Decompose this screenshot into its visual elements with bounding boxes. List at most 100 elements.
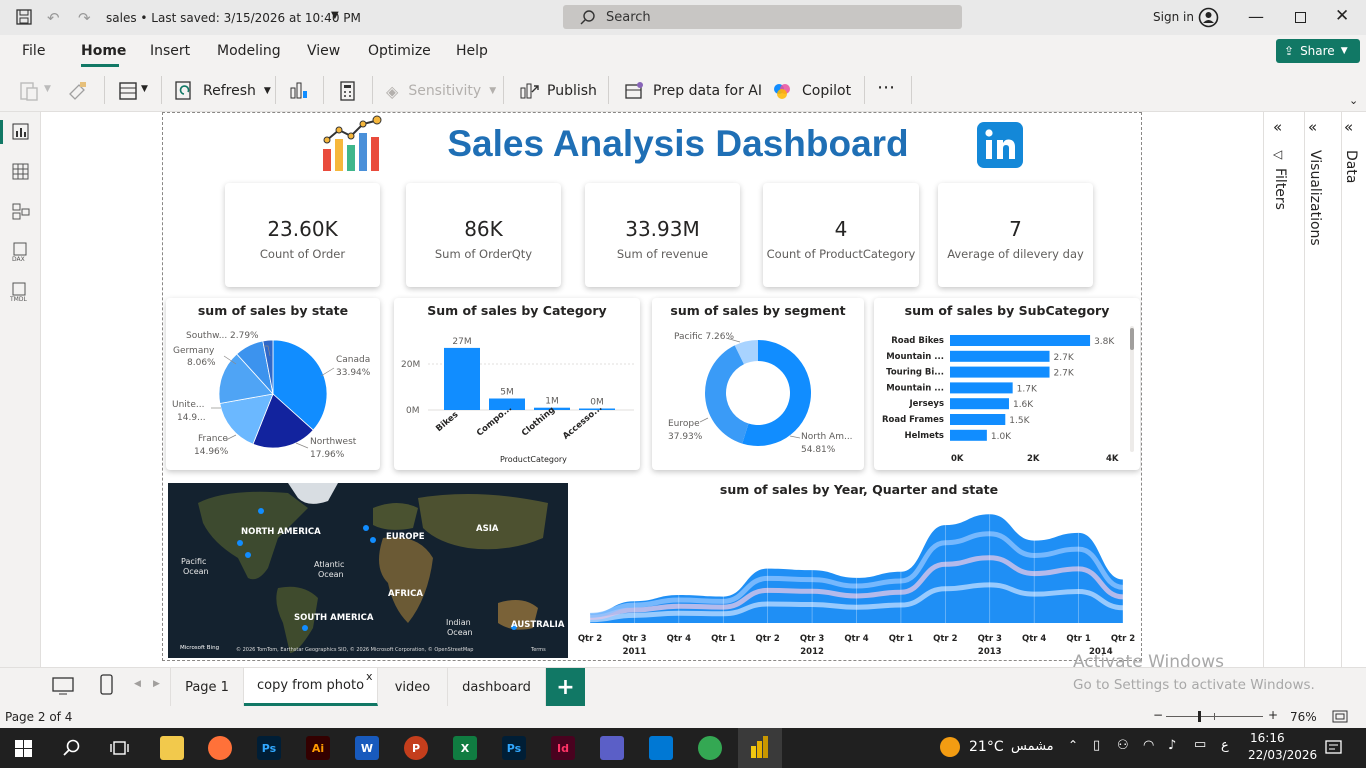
chrome-icon[interactable] [698,736,722,760]
clock-date[interactable]: 22/03/2026 [1248,748,1317,762]
bar[interactable] [950,429,987,441]
map-visual[interactable]: NORTH AMERICA EUROPE ASIA Pacific Ocean … [168,483,568,658]
data-source-icon[interactable] [117,80,139,102]
task-view-icon[interactable] [110,740,129,756]
photoshop-icon[interactable]: Ps [502,736,526,760]
language-indicator[interactable]: ع [1221,738,1229,753]
notifications-icon[interactable] [1325,740,1342,756]
pie-state-visual[interactable]: sum of sales by state Southw... 2.79% Ge… [166,298,380,470]
menu-help[interactable]: Help [456,43,488,59]
network-icon[interactable]: ⚇ [1117,738,1129,753]
prep-data-button[interactable]: Prep data for AI [623,80,762,102]
filters-pane-tab[interactable]: Filters [1272,168,1288,210]
menu-modeling[interactable]: Modeling [217,43,281,59]
powerpoint-icon[interactable]: P [404,736,428,760]
mobile-layout-icon[interactable] [100,674,114,696]
page-tab[interactable]: Page 1 [170,668,244,706]
page-tab[interactable]: dashboard [448,668,546,706]
kpi-card-category-count[interactable]: 4 Count of ProductCategory [763,183,919,287]
bar[interactable] [950,414,1006,425]
clock-time[interactable]: 16:16 [1250,731,1285,745]
sign-in-link[interactable]: Sign in [1153,10,1194,24]
bar-category-chart[interactable]: 20M 0M 27M5M1M 0M Bikes Compo... Clothing… [394,298,640,470]
page-tab[interactable]: video [378,668,448,706]
powerbi-task-active[interactable] [738,728,782,768]
device-icon[interactable]: ▯ [1093,738,1100,753]
search-icon[interactable] [63,739,81,757]
zoom-in-icon[interactable]: + [1268,708,1278,722]
chevron-up-icon[interactable]: ⌃ [1068,738,1078,752]
zoom-out-icon[interactable]: − [1153,708,1163,722]
paste-icon[interactable] [18,80,40,102]
dax-query-icon[interactable]: DAX [11,242,30,262]
battery-icon[interactable]: ▭ [1194,737,1206,752]
snipping-tool-icon[interactable] [649,736,673,760]
map-bubble[interactable] [258,508,264,514]
map-bubble[interactable] [237,540,243,546]
visualizations-pane-tab[interactable]: Visualizations [1307,150,1323,246]
weather-temp[interactable]: 21°C [969,739,1004,755]
bar[interactable] [950,350,1050,362]
teams-icon[interactable] [600,736,624,760]
avatar-icon[interactable] [1198,7,1219,28]
map-bubble[interactable] [363,525,369,531]
kpi-card-orders[interactable]: 23.60K Count of Order [225,183,380,287]
menu-home[interactable]: Home [81,43,126,59]
pie-state-chart[interactable]: Southw... 2.79% Germany 8.06% Canada 33.… [166,298,380,470]
more-options-icon[interactable]: ⋯ [877,77,896,98]
report-page[interactable]: Sales Analysis Dashboard 23.60K Count of… [162,112,1142,661]
zoom-level[interactable]: 76% [1290,710,1317,724]
sensitivity-button[interactable]: ◈ Sensitivity ▼ [386,80,496,102]
donut-segment-chart[interactable]: Pacific 7.26% Europe 37.93% North Am... … [652,298,864,470]
prev-page-icon[interactable]: ◀ [134,679,141,689]
menu-file[interactable]: File [22,43,45,59]
refresh-button[interactable]: Refresh ▼ [174,80,271,102]
weather-text[interactable]: مشمس [1011,739,1054,754]
map-bubble[interactable] [245,552,251,558]
wifi-icon[interactable]: ◠ [1143,738,1154,753]
donut-segment-visual[interactable]: sum of sales by segment Pacific 7.26% Eu… [652,298,864,470]
scrollbar-thumb[interactable] [1130,328,1134,350]
indesign-icon[interactable]: Id [551,736,575,760]
windows-start-icon[interactable] [15,740,32,757]
minimize-icon[interactable]: — [1248,7,1264,26]
file-explorer-icon[interactable] [160,736,184,760]
hbar-subcategory-visual[interactable]: sum of sales by SubCategory Road Bikes 3.… [874,298,1140,470]
bar[interactable] [950,398,1009,410]
bar[interactable] [444,347,480,410]
kpi-card-delivery[interactable]: 7 Average of dilevery day [938,183,1093,287]
map-bubble[interactable] [370,537,376,543]
map-bubble[interactable] [302,625,308,631]
report-view-icon[interactable] [12,123,29,140]
hbar-subcategory-chart[interactable]: Road Bikes 3.8K Mountain ... 2.7K Touring Bi… [874,298,1140,470]
tmdl-view-icon[interactable]: TMDL [10,282,31,302]
word-icon[interactable]: W [355,736,379,760]
save-icon[interactable] [16,9,32,25]
expand-filters-icon[interactable]: « [1273,118,1282,136]
new-visual-icon[interactable] [287,80,309,102]
chevron-down-icon[interactable]: ▼ [331,10,339,21]
weather-icon[interactable] [940,737,960,757]
volume-icon[interactable]: ♪ [1168,738,1176,753]
menu-insert[interactable]: Insert [150,43,190,59]
ribbon-chart[interactable]: Qtr 2 Qtr 3 Qtr 4 Qtr 1 Qtr 2 Qtr 3 Qtr 4 Qtr 1… [578,479,1140,659]
kpi-card-orderqty[interactable]: 86K Sum of OrderQty [406,183,561,287]
bar[interactable] [950,366,1050,378]
fit-to-page-icon[interactable] [1332,710,1348,723]
bar[interactable] [950,382,1013,394]
next-page-icon[interactable]: ▶ [153,679,160,689]
firefox-icon[interactable] [208,736,232,760]
chevron-down-icon[interactable]: ▼ [141,84,148,94]
table-view-icon[interactable] [12,163,29,180]
expand-visualizations-icon[interactable]: « [1308,118,1317,136]
publish-button[interactable]: Publish [518,80,597,102]
chevron-down-icon[interactable]: ▼ [44,84,51,94]
maximize-icon[interactable] [1295,12,1306,23]
menu-optimize[interactable]: Optimize [368,43,431,59]
chevron-down-icon[interactable]: ⌄ [1349,94,1358,107]
copilot-button[interactable]: Copilot [771,80,851,102]
illustrator-icon[interactable]: Ai [306,736,330,760]
bar[interactable] [950,335,1091,346]
share-button[interactable]: ⇪ Share ▼ [1276,39,1360,63]
calculator-icon[interactable] [337,80,359,102]
